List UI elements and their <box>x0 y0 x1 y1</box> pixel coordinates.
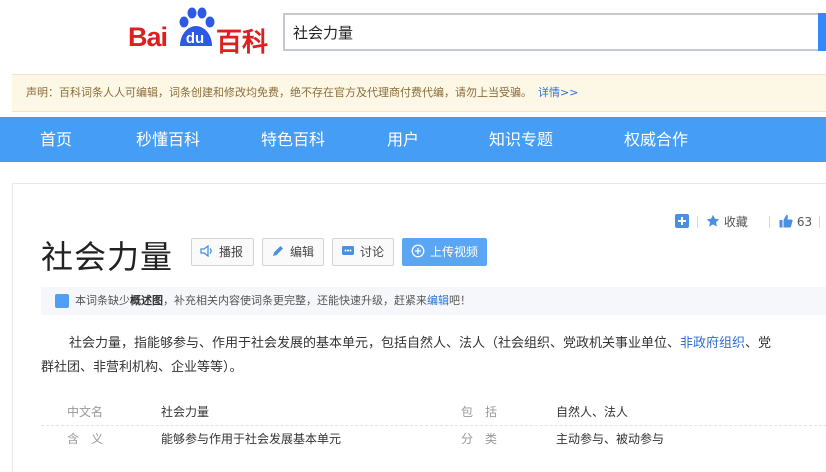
search-box <box>283 13 826 51</box>
like-button[interactable]: 63 <box>779 214 812 230</box>
nav-item-home[interactable]: 首页 <box>40 117 72 162</box>
main-nav: 首页 秒懂百科 特色百科 用户 知识专题 权威合作 <box>0 117 826 162</box>
favorite-button[interactable]: 收藏 <box>706 214 748 230</box>
logo-du-text: du <box>185 30 205 47</box>
basic-info-name: 中文名 <box>67 405 104 419</box>
play-label: 播报 <box>219 245 244 259</box>
speaker-icon <box>200 244 212 258</box>
logo-baike-text: 百科 <box>216 28 269 58</box>
upload-video-label: 上传视频 <box>430 245 479 259</box>
tip-prefix: 本词条缺少 <box>75 294 130 307</box>
summary-line-2: 群社团、非营利机构、企业等等）。 <box>41 360 243 375</box>
basic-info-name: 分 类 <box>461 432 498 446</box>
entry-title: 社会力量 <box>41 238 174 276</box>
basic-info-value: 能够参与作用于社会发展基本单元 <box>161 432 342 446</box>
nav-item-topics[interactable]: 知识专题 <box>489 117 553 162</box>
chat-icon <box>342 246 354 255</box>
nav-item-user[interactable]: 用户 <box>387 117 419 162</box>
tip-suffix: 吧！ <box>449 294 471 307</box>
nav-item-featured[interactable]: 特色百科 <box>261 117 325 162</box>
tools-divider <box>819 216 820 228</box>
basic-info-value: 自然人、法人 <box>556 405 629 419</box>
summary-text: 社会力量，指能够参与、作用于社会发展的基本单元，包括自然人、法人（社会组织、党政… <box>69 336 681 351</box>
pencil-icon <box>273 246 283 256</box>
summary-text: 、党 <box>745 336 772 351</box>
star-icon <box>706 214 720 227</box>
thumbs-up-icon <box>779 214 793 228</box>
search-button[interactable] <box>818 13 826 51</box>
like-count: 63 <box>796 215 813 229</box>
add-icon[interactable] <box>675 214 689 230</box>
upload-video-button[interactable]: 上传视频 <box>402 238 487 266</box>
play-audio-button[interactable]: 播报 <box>191 238 254 266</box>
discuss-button[interactable]: 讨论 <box>332 238 394 266</box>
entry-card: 收藏 63 社会力量 播报 编辑 讨论 上传视频 本词条缺少概述图，补充相关内容… <box>12 183 826 472</box>
favorite-label: 收藏 <box>723 215 748 229</box>
edit-tip-icon <box>55 294 69 308</box>
disclaimer-notice: 声明：百科词条人人可编辑，词条创建和修改均免费，绝不存在官方及代理商付费代编，请… <box>12 74 826 112</box>
nav-item-authority[interactable]: 权威合作 <box>624 117 688 162</box>
discuss-label: 讨论 <box>360 245 385 259</box>
entry-summary: 社会力量，指能够参与、作用于社会发展的基本单元，包括自然人、法人（社会组织、党政… <box>41 332 826 380</box>
edit-label: 编辑 <box>290 245 315 259</box>
tools-divider <box>697 216 698 228</box>
logo-bai-text: Bai <box>128 22 168 52</box>
missing-image-tip: 本词条缺少概述图，补充相关内容使词条更完整，还能快速升级，赶紧来编辑吧！ <box>41 287 826 315</box>
basic-info-value: 社会力量 <box>161 405 210 419</box>
plus-circle-icon <box>411 244 425 258</box>
notice-details-link[interactable]: 详情>> <box>538 86 578 99</box>
edit-button[interactable]: 编辑 <box>262 238 324 266</box>
tools-divider <box>769 216 770 228</box>
basic-info-name: 包 括 <box>461 405 498 419</box>
basic-info-name: 含 义 <box>67 432 104 446</box>
summary-link-ngo[interactable]: 非政府组织 <box>680 336 745 351</box>
tip-middle: ，补充相关内容使词条更完整，还能快速升级，赶紧来 <box>163 294 427 307</box>
baidu-baike-logo[interactable]: Bai du 百科 <box>128 6 268 58</box>
notice-text: 声明：百科词条人人可编辑，词条创建和修改均免费，绝不存在官方及代理商付费代编，请… <box>26 86 532 99</box>
basic-info-value: 主动参与、被动参与 <box>556 432 665 446</box>
tip-bold: 概述图 <box>130 294 163 307</box>
search-input[interactable] <box>293 15 793 49</box>
nav-item-miaodong[interactable]: 秒懂百科 <box>136 117 200 162</box>
basic-info-table: 中文名 社会力量 包 括 自然人、法人 含 义 能够参与作用于社会发展基本单元 … <box>41 399 826 451</box>
basic-info-row: 含 义 能够参与作用于社会发展基本单元 分 类 主动参与、被动参与 <box>41 425 826 451</box>
basic-info-row: 中文名 社会力量 包 括 自然人、法人 <box>41 399 826 425</box>
summary-line-1: 社会力量，指能够参与、作用于社会发展的基本单元，包括自然人、法人（社会组织、党政… <box>41 332 826 356</box>
tip-edit-link[interactable]: 编辑 <box>427 294 449 307</box>
